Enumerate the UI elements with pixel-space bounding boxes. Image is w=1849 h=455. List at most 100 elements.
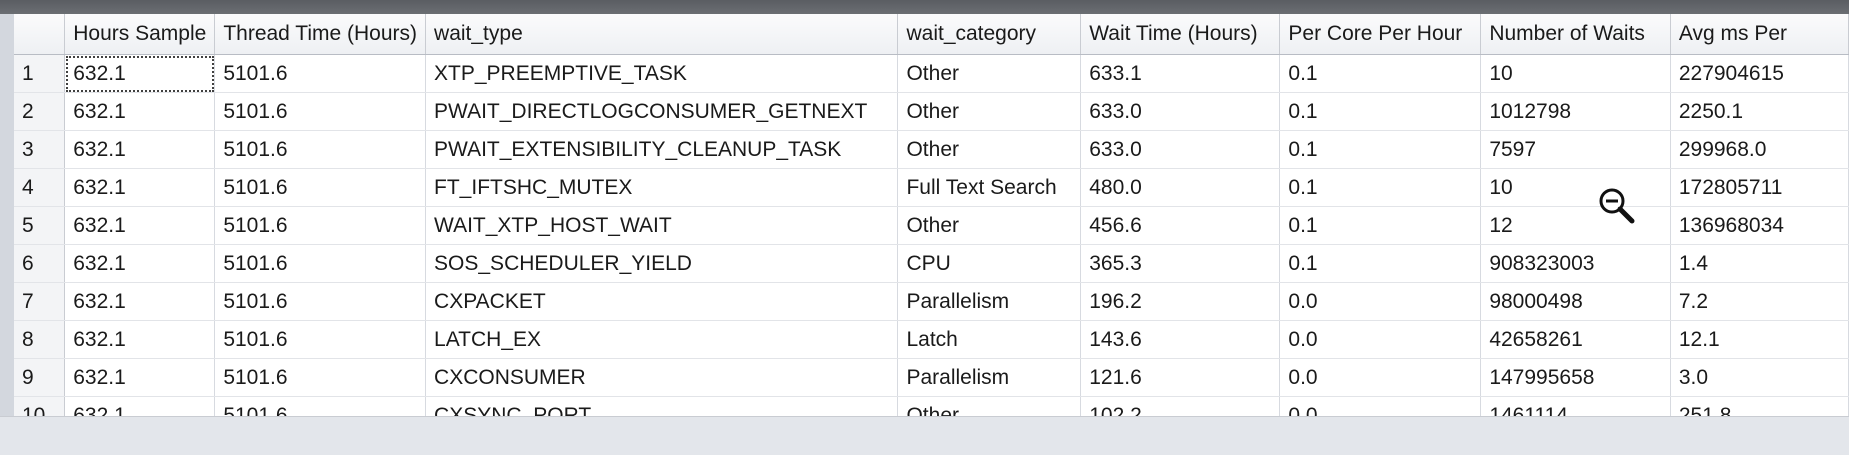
cell-number-of-waits[interactable]: 10 <box>1480 168 1671 207</box>
cell-wait-time[interactable]: 456.6 <box>1080 206 1281 245</box>
row-number[interactable]: 6 <box>14 244 66 283</box>
table-row[interactable]: 10 632.1 5101.6 CXSYNC_PORT Other 102.2 … <box>14 396 1849 416</box>
cell-thread-time[interactable]: 5101.6 <box>214 396 427 416</box>
cell-per-core-per-hour[interactable]: 0.1 <box>1279 54 1482 93</box>
cell-wait-category[interactable]: Parallelism <box>897 358 1082 397</box>
cell-wait-category[interactable]: Other <box>897 206 1082 245</box>
cell-wait-type[interactable]: PWAIT_EXTENSIBILITY_CLEANUP_TASK <box>425 130 899 169</box>
row-number[interactable]: 1 <box>14 54 66 93</box>
cell-per-core-per-hour[interactable]: 0.0 <box>1279 396 1482 416</box>
cell-number-of-waits[interactable]: 1461114 <box>1480 396 1671 416</box>
cell-number-of-waits[interactable]: 1012798 <box>1480 92 1671 131</box>
cell-hours-sample[interactable]: 632.1 <box>64 358 216 397</box>
cell-wait-time[interactable]: 143.6 <box>1080 320 1281 359</box>
cell-hours-sample[interactable]: 632.1 <box>64 206 216 245</box>
cell-wait-type[interactable]: CXCONSUMER <box>425 358 899 397</box>
cell-wait-type[interactable]: PWAIT_DIRECTLOGCONSUMER_GETNEXT <box>425 92 899 131</box>
col-header-wait-time[interactable]: Wait Time (Hours) <box>1080 14 1281 55</box>
cell-wait-type[interactable]: XTP_PREEMPTIVE_TASK <box>425 54 899 93</box>
table-row[interactable]: 7 632.1 5101.6 CXPACKET Parallelism 196.… <box>14 282 1849 321</box>
cell-per-core-per-hour[interactable]: 0.0 <box>1279 358 1482 397</box>
cell-avg-ms-per[interactable]: 3.0 <box>1670 358 1849 397</box>
row-number[interactable]: 7 <box>14 282 66 321</box>
cell-avg-ms-per[interactable]: 299968.0 <box>1670 130 1849 169</box>
row-number[interactable]: 8 <box>14 320 66 359</box>
cell-wait-type[interactable]: LATCH_EX <box>425 320 899 359</box>
cell-hours-sample[interactable]: 632.1 <box>64 92 216 131</box>
cell-avg-ms-per[interactable]: 172805711 <box>1670 168 1849 207</box>
cell-wait-category[interactable]: Other <box>897 396 1082 416</box>
cell-per-core-per-hour[interactable]: 0.1 <box>1279 244 1482 283</box>
cell-thread-time[interactable]: 5101.6 <box>214 130 427 169</box>
cell-wait-type[interactable]: SOS_SCHEDULER_YIELD <box>425 244 899 283</box>
cell-hours-sample[interactable]: 632.1 <box>64 168 216 207</box>
col-header-wait-type[interactable]: wait_type <box>425 14 899 55</box>
results-grid[interactable]: Hours Sample Thread Time (Hours) wait_ty… <box>0 14 1849 416</box>
col-header-per-core-per-hour[interactable]: Per Core Per Hour <box>1279 14 1482 55</box>
col-header-wait-category[interactable]: wait_category <box>897 14 1082 55</box>
cell-avg-ms-per[interactable]: 1.4 <box>1670 244 1849 283</box>
cell-wait-category[interactable]: Other <box>897 130 1082 169</box>
cell-hours-sample[interactable]: 632.1 <box>64 320 216 359</box>
cell-thread-time[interactable]: 5101.6 <box>214 282 427 321</box>
table-row[interactable]: 9 632.1 5101.6 CXCONSUMER Parallelism 12… <box>14 358 1849 397</box>
cell-per-core-per-hour[interactable]: 0.1 <box>1279 92 1482 131</box>
cell-hours-sample[interactable]: 632.1 <box>64 54 216 93</box>
cell-per-core-per-hour[interactable]: 0.1 <box>1279 168 1482 207</box>
table-row[interactable]: 1 632.1 5101.6 XTP_PREEMPTIVE_TASK Other… <box>14 54 1849 93</box>
cell-hours-sample[interactable]: 632.1 <box>64 282 216 321</box>
cell-wait-time[interactable]: 121.6 <box>1080 358 1281 397</box>
cell-wait-time[interactable]: 365.3 <box>1080 244 1281 283</box>
cell-wait-time[interactable]: 102.2 <box>1080 396 1281 416</box>
cell-avg-ms-per[interactable]: 2250.1 <box>1670 92 1849 131</box>
col-header-avg-ms-per[interactable]: Avg ms Per <box>1670 14 1849 55</box>
corner-header[interactable] <box>14 14 66 55</box>
cell-number-of-waits[interactable]: 12 <box>1480 206 1671 245</box>
col-header-thread-time[interactable]: Thread Time (Hours) <box>214 14 427 55</box>
cell-hours-sample[interactable]: 632.1 <box>64 130 216 169</box>
cell-wait-time[interactable]: 633.0 <box>1080 92 1281 131</box>
cell-wait-category[interactable]: CPU <box>897 244 1082 283</box>
cell-avg-ms-per[interactable]: 227904615 <box>1670 54 1849 93</box>
col-header-hours-sample[interactable]: Hours Sample <box>64 14 216 55</box>
cell-wait-time[interactable]: 633.1 <box>1080 54 1281 93</box>
cell-wait-category[interactable]: Latch <box>897 320 1082 359</box>
table-row[interactable]: 2 632.1 5101.6 PWAIT_DIRECTLOGCONSUMER_G… <box>14 92 1849 131</box>
row-number[interactable]: 5 <box>14 206 66 245</box>
row-number[interactable]: 9 <box>14 358 66 397</box>
cell-per-core-per-hour[interactable]: 0.0 <box>1279 282 1482 321</box>
row-number[interactable]: 3 <box>14 130 66 169</box>
cell-per-core-per-hour[interactable]: 0.0 <box>1279 320 1482 359</box>
cell-avg-ms-per[interactable]: 251.8 <box>1670 396 1849 416</box>
cell-wait-type[interactable]: WAIT_XTP_HOST_WAIT <box>425 206 899 245</box>
row-number[interactable]: 2 <box>14 92 66 131</box>
table-row[interactable]: 4 632.1 5101.6 FT_IFTSHC_MUTEX Full Text… <box>14 168 1849 207</box>
row-number[interactable]: 10 <box>14 396 66 416</box>
table-row[interactable]: 3 632.1 5101.6 PWAIT_EXTENSIBILITY_CLEAN… <box>14 130 1849 169</box>
cell-per-core-per-hour[interactable]: 0.1 <box>1279 130 1482 169</box>
cell-thread-time[interactable]: 5101.6 <box>214 244 427 283</box>
col-header-number-of-waits[interactable]: Number of Waits <box>1480 14 1671 55</box>
cell-number-of-waits[interactable]: 147995658 <box>1480 358 1671 397</box>
cell-number-of-waits[interactable]: 98000498 <box>1480 282 1671 321</box>
cell-wait-category[interactable]: Parallelism <box>897 282 1082 321</box>
cell-number-of-waits[interactable]: 42658261 <box>1480 320 1671 359</box>
cell-wait-time[interactable]: 480.0 <box>1080 168 1281 207</box>
cell-wait-type[interactable]: CXPACKET <box>425 282 899 321</box>
cell-wait-category[interactable]: Other <box>897 92 1082 131</box>
cell-thread-time[interactable]: 5101.6 <box>214 168 427 207</box>
cell-wait-type[interactable]: CXSYNC_PORT <box>425 396 899 416</box>
cell-per-core-per-hour[interactable]: 0.1 <box>1279 206 1482 245</box>
cell-thread-time[interactable]: 5101.6 <box>214 92 427 131</box>
cell-thread-time[interactable]: 5101.6 <box>214 206 427 245</box>
cell-avg-ms-per[interactable]: 12.1 <box>1670 320 1849 359</box>
cell-wait-category[interactable]: Full Text Search <box>897 168 1082 207</box>
cell-avg-ms-per[interactable]: 7.2 <box>1670 282 1849 321</box>
table-row[interactable]: 6 632.1 5101.6 SOS_SCHEDULER_YIELD CPU 3… <box>14 244 1849 283</box>
cell-hours-sample[interactable]: 632.1 <box>64 244 216 283</box>
cell-number-of-waits[interactable]: 908323003 <box>1480 244 1671 283</box>
cell-number-of-waits[interactable]: 7597 <box>1480 130 1671 169</box>
row-number[interactable]: 4 <box>14 168 66 207</box>
cell-wait-type[interactable]: FT_IFTSHC_MUTEX <box>425 168 899 207</box>
cell-thread-time[interactable]: 5101.6 <box>214 320 427 359</box>
